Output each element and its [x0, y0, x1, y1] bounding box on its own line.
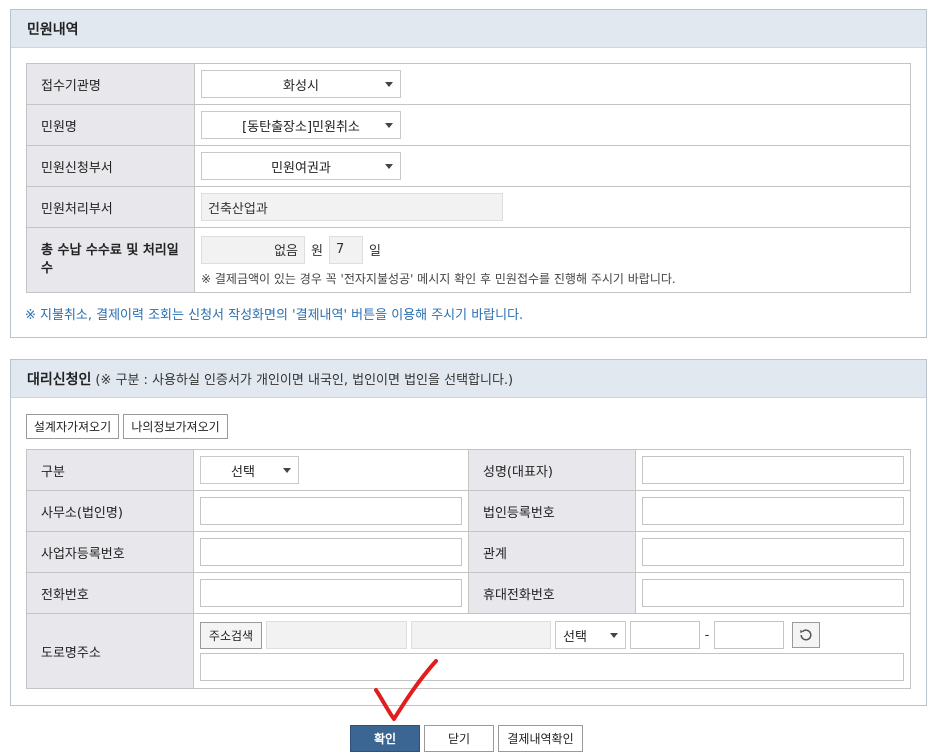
complaint-panel-header: 민원내역 — [11, 10, 926, 48]
chevron-down-icon — [385, 82, 393, 87]
corp-reg-input[interactable] — [642, 497, 904, 525]
complaint-name-select[interactable]: [동탄출장소]민원취소 — [201, 111, 401, 139]
complaint-name-select-value: [동탄출장소]민원취소 — [242, 119, 360, 135]
rep-name-input[interactable] — [642, 456, 904, 484]
type-label: 구분 — [26, 449, 194, 491]
phone-input[interactable] — [200, 579, 462, 607]
chevron-down-icon — [283, 468, 291, 473]
fee-label: 총 수납 수수료 및 처리일수 — [26, 227, 195, 293]
process-dept-label: 민원처리부서 — [26, 186, 195, 228]
chevron-down-icon — [385, 164, 393, 169]
load-designer-button[interactable]: 설계자가져오기 — [26, 414, 119, 439]
type-select[interactable]: 선택 — [200, 456, 299, 484]
detail-address-input[interactable] — [200, 653, 904, 681]
check-mark-icon — [374, 659, 438, 721]
payment-info-note: ※ 지불취소, 결제이력 조회는 신청서 작성화면의 '결제내역' 버튼을 이용… — [25, 308, 524, 323]
office-label: 사무소(법인명) — [26, 490, 194, 532]
check-mark-annotation — [374, 659, 438, 721]
chevron-down-icon — [385, 123, 393, 128]
proxy-panel-note: (※ 구분 : 사용하실 인증서가 개인이면 내국인, 법인이면 법인을 선택합… — [95, 373, 514, 388]
mobile-input[interactable] — [642, 579, 904, 607]
zip-part1-input[interactable] — [630, 621, 700, 649]
payment-history-button[interactable]: 결제내역확인 — [498, 725, 583, 752]
base-address-field — [411, 621, 551, 649]
corp-reg-label: 법인등록번호 — [468, 490, 636, 532]
office-input[interactable] — [200, 497, 462, 525]
fee-note: ※ 결제금액이 있는 경우 꼭 '전자지불성공' 메시지 확인 후 민원접수를 … — [201, 271, 676, 286]
proxy-table: 구분 선택 성명(대표자) 사무소(법인명) 법인등록번호 사업자등록번호 관계… — [26, 449, 911, 689]
refresh-button[interactable] — [792, 622, 820, 648]
days-unit: 일 — [368, 244, 381, 259]
apply-dept-select[interactable]: 민원여권과 — [201, 152, 401, 180]
load-myinfo-button[interactable]: 나의정보가져오기 — [123, 414, 228, 439]
process-dept-field: 건축산업과 — [201, 193, 503, 221]
days-field: 7 — [328, 235, 363, 264]
chevron-down-icon — [610, 633, 618, 638]
address-search-button[interactable]: 주소검색 — [200, 621, 262, 649]
fee-unit: 원 — [311, 244, 323, 259]
proxy-panel-title: 대리신청인 — [27, 371, 92, 388]
relation-input[interactable] — [642, 538, 904, 566]
agency-select-value: 화성시 — [283, 78, 319, 94]
refresh-icon — [800, 629, 812, 641]
address-type-select[interactable]: 선택 — [555, 621, 626, 649]
apply-dept-select-value: 민원여권과 — [271, 160, 331, 176]
address-type-select-value: 선택 — [563, 629, 587, 645]
zip-separator: - — [704, 627, 710, 643]
proxy-panel-header: 대리신청인 (※ 구분 : 사용하실 인증서가 개인이면 내국인, 법인이면 법… — [11, 360, 926, 398]
rep-name-label: 성명(대표자) — [468, 449, 636, 491]
type-select-value: 선택 — [231, 464, 255, 480]
apply-dept-label: 민원신청부서 — [26, 145, 195, 187]
phone-label: 전화번호 — [26, 572, 194, 614]
complaint-table: 접수기관명 화성시 민원명 [동탄출장소]민원취소 민원신청부서 민원여권과 민… — [26, 63, 911, 293]
complaint-name-label: 민원명 — [26, 104, 195, 146]
relation-label: 관계 — [468, 531, 636, 573]
mobile-label: 휴대전화번호 — [468, 572, 636, 614]
zip-part2-input[interactable] — [714, 621, 784, 649]
complaint-panel-title: 민원내역 — [27, 21, 79, 38]
biz-reg-label: 사업자등록번호 — [26, 531, 194, 573]
zipcode-field — [266, 621, 407, 649]
biz-reg-input[interactable] — [200, 538, 462, 566]
fee-field: 없음 — [201, 235, 305, 264]
agency-label: 접수기관명 — [26, 63, 195, 105]
agency-select[interactable]: 화성시 — [201, 70, 401, 98]
address-label: 도로명주소 — [26, 613, 194, 689]
